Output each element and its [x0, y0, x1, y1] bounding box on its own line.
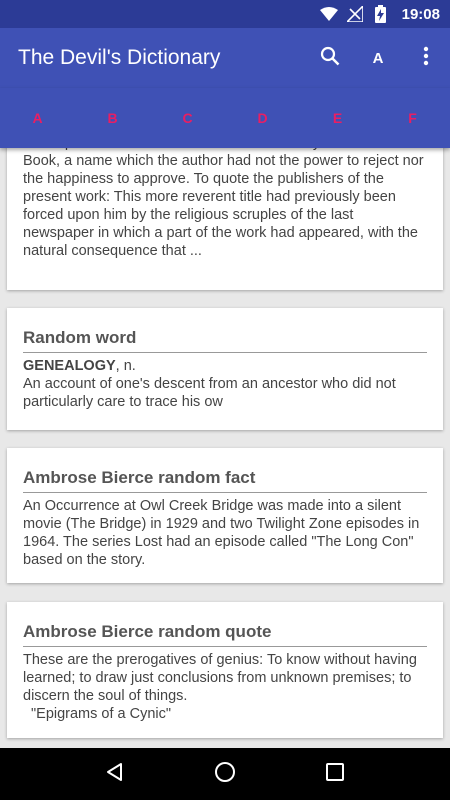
more-vert-icon: [423, 46, 429, 71]
random-word-card[interactable]: Random word GENEALOGY, n. An account of …: [7, 308, 443, 430]
random-fact-title: Ambrose Bierce random fact: [23, 468, 427, 493]
random-quote-text: These are the prerogatives of genius: To…: [23, 652, 417, 704]
random-quote-title: Ambrose Bierce random quote: [23, 622, 427, 647]
app-bar: The Devil's Dictionary A: [0, 28, 450, 88]
search-icon: [320, 46, 340, 71]
battery-charging-icon: [372, 5, 390, 23]
back-icon: [105, 762, 125, 787]
tab-e[interactable]: E: [300, 88, 375, 148]
random-fact-card[interactable]: Ambrose Bierce random fact An Occurrence…: [7, 448, 443, 583]
random-word-title: Random word: [23, 328, 427, 353]
font-size-button[interactable]: A: [354, 34, 402, 82]
status-time: 19:08: [401, 5, 440, 23]
random-quote-source: "Epigrams of a Cynic": [31, 706, 172, 722]
letter-tabs: A B C D E F: [0, 88, 450, 148]
tab-f[interactable]: F: [375, 88, 450, 148]
system-nav-bar: [0, 748, 450, 800]
random-fact-text: An Occurrence at Owl Creek Bridge was ma…: [23, 498, 420, 568]
back-button[interactable]: [95, 754, 135, 794]
random-word-term: GENEALOGY: [23, 358, 116, 374]
random-word-pos: , n.: [115, 358, 136, 374]
status-bar: 19:08: [0, 0, 450, 28]
tab-d[interactable]: D: [225, 88, 300, 148]
search-button[interactable]: [306, 34, 354, 82]
tab-c[interactable]: C: [150, 88, 225, 148]
intro-card: It was published in covers with the titl…: [7, 148, 443, 290]
overflow-menu-button[interactable]: [402, 34, 450, 82]
wifi-icon: [319, 5, 338, 23]
intro-text: It was published in covers with the titl…: [23, 148, 424, 259]
signal-icon: [346, 5, 364, 23]
random-word-entry: GENEALOGY, n.: [23, 357, 427, 375]
tab-a[interactable]: A: [0, 88, 75, 148]
tab-b[interactable]: B: [75, 88, 150, 148]
recents-icon: [326, 762, 344, 786]
recents-button[interactable]: [315, 754, 355, 794]
home-button[interactable]: [205, 754, 245, 794]
random-quote-card[interactable]: Ambrose Bierce random quote These are th…: [7, 602, 443, 738]
app-title: The Devil's Dictionary: [18, 46, 221, 69]
content-scroll[interactable]: It was published in covers with the titl…: [0, 148, 450, 748]
home-icon: [214, 761, 236, 788]
random-word-definition: An account of one's descent from an ance…: [23, 376, 396, 410]
